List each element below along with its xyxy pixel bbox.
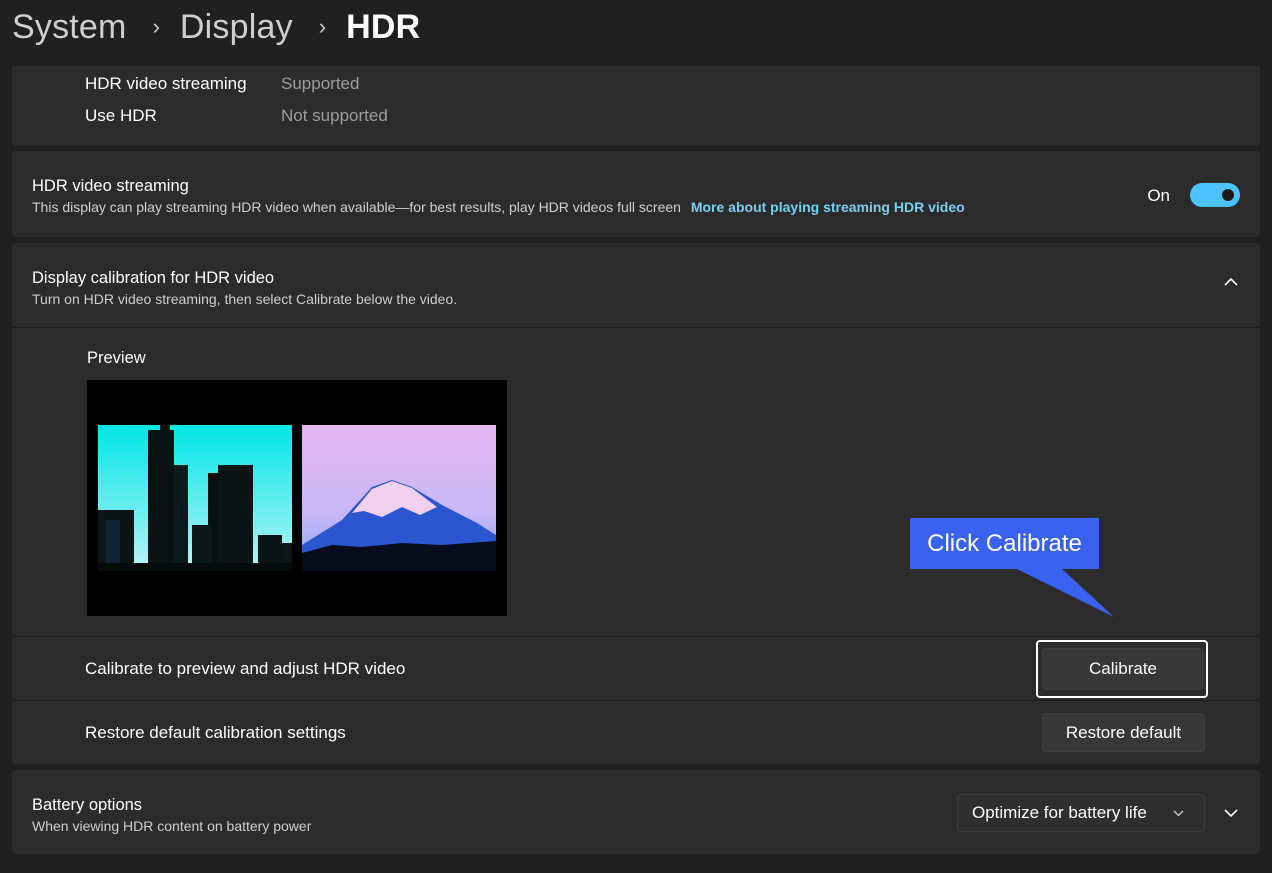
capability-value: Not supported [281,106,388,125]
calibrate-button[interactable]: Calibrate [1042,648,1204,690]
battery-options-title: Battery options [32,796,143,814]
breadcrumb-separator-icon: › [318,14,327,39]
chevron-up-icon[interactable] [1224,275,1238,289]
city-skyline-image [98,425,292,571]
capability-label: HDR video streaming [85,74,247,93]
battery-options-description: When viewing HDR content on battery powe… [32,818,312,834]
calibration-header[interactable]: Display calibration for HDR video Turn o… [12,243,1260,328]
battery-options-card: Battery options When viewing HDR content… [12,770,1260,854]
hdr-streaming-learn-more-link[interactable]: More about playing streaming HDR video [691,199,965,215]
restore-row-label: Restore default calibration settings [85,723,346,742]
battery-options-dropdown[interactable]: Optimize for battery life [957,794,1205,832]
capability-row: HDR video streaming Supported [85,74,359,100]
breadcrumb-display[interactable]: Display [180,8,293,47]
hdr-streaming-description: This display can play streaming HDR vide… [32,199,965,215]
restore-default-button[interactable]: Restore default [1042,713,1205,752]
click-calibrate-callout: Click Calibrate [910,518,1099,569]
display-capabilities-card: HDR video streaming Supported Use HDR No… [12,66,1260,146]
hdr-preview-video [87,380,507,616]
hdr-streaming-toggle[interactable] [1190,183,1240,207]
preview-label: Preview [87,349,146,367]
hdr-streaming-description-text: This display can play streaming HDR vide… [32,199,681,215]
calibrate-row-label: Calibrate to preview and adjust HDR vide… [85,659,406,678]
mountain-image [302,425,496,571]
capability-row: Use HDR Not supported [85,106,388,132]
calibration-description: Turn on HDR video streaming, then select… [32,291,458,307]
chevron-down-icon [1173,810,1184,817]
toggle-state-label: On [1147,186,1170,205]
chevron-down-icon[interactable] [1224,806,1238,820]
toggle-knob [1222,189,1234,201]
capability-label: Use HDR [85,106,157,125]
page-title: HDR [346,7,421,46]
calibration-card: Display calibration for HDR video Turn o… [12,243,1260,764]
breadcrumb-system[interactable]: System [12,8,127,47]
hdr-streaming-card: HDR video streaming This display can pla… [12,151,1260,237]
battery-options-selected: Optimize for battery life [972,803,1147,822]
calibration-title: Display calibration for HDR video [32,269,275,287]
breadcrumb-separator-icon: › [152,14,160,39]
hdr-streaming-title: HDR video streaming [32,177,189,195]
capability-value: Supported [281,74,360,93]
breadcrumb: System › Display › HDR [12,4,420,50]
